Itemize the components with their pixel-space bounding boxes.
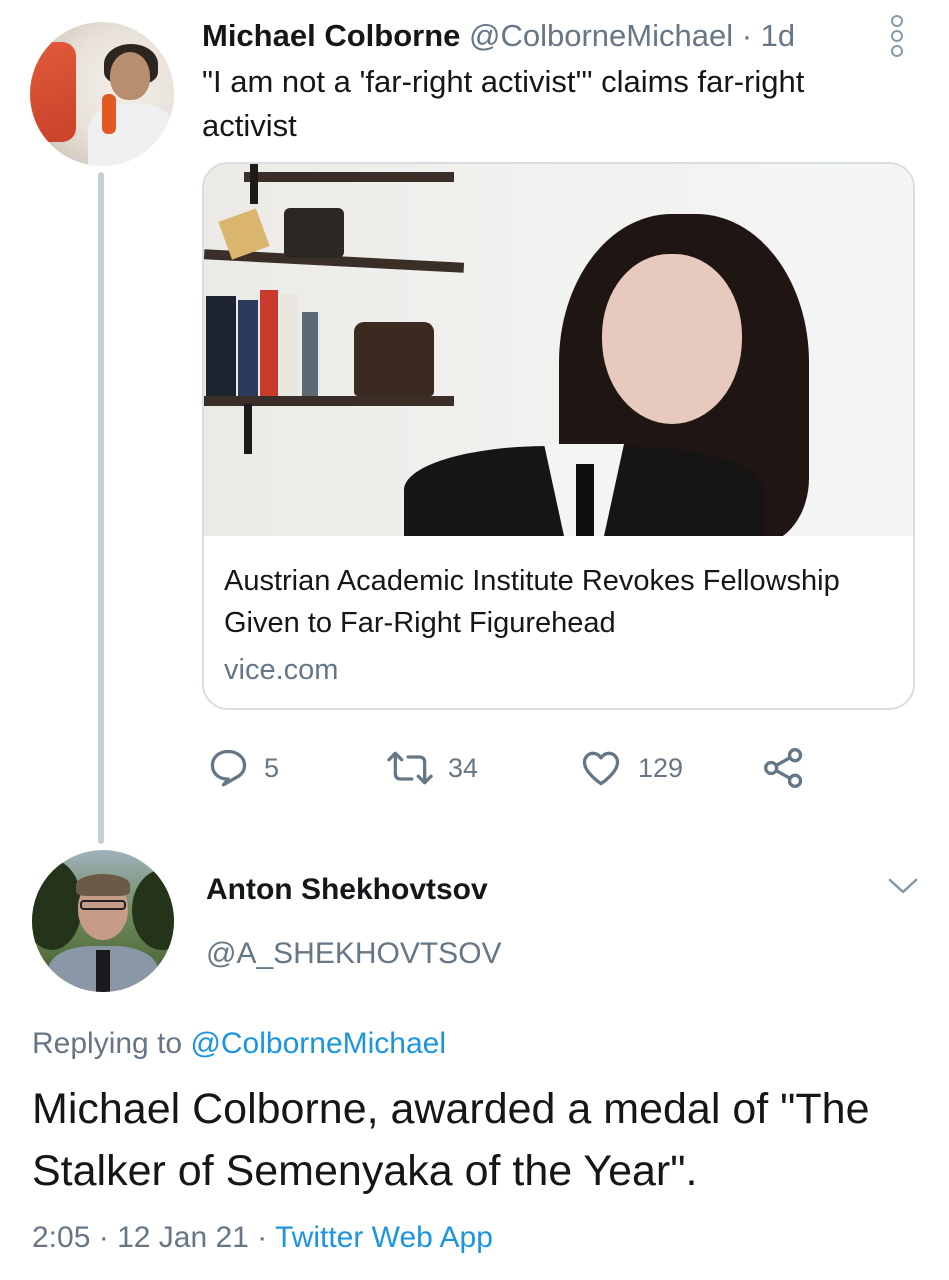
person-face — [602, 254, 742, 424]
tweet-time[interactable]: 1d — [761, 18, 795, 53]
like-button[interactable]: 129 — [578, 740, 683, 796]
replying-to-label: Replying to — [32, 1027, 183, 1060]
camera — [284, 208, 344, 258]
share-icon — [764, 748, 803, 788]
book — [238, 300, 258, 396]
avatar-background-banner — [30, 42, 76, 142]
separator-dot: · — [741, 18, 753, 53]
shelf — [244, 172, 454, 182]
tweet-text: "I am not a 'far-right activist'" claims… — [202, 64, 805, 143]
separator-dot: · — [98, 1221, 109, 1254]
like-count: 129 — [638, 752, 684, 783]
retweet-count: 34 — [448, 752, 479, 783]
avatar-hair — [76, 874, 130, 896]
separator-dot: · — [257, 1221, 268, 1254]
avatar-glasses — [80, 900, 126, 910]
reply-date[interactable]: 12 Jan 21 — [117, 1221, 249, 1254]
bag — [354, 322, 434, 396]
book — [206, 296, 236, 396]
tweet-header: Michael Colborne @ColborneMichael · 1d — [202, 16, 795, 56]
replying-to-line: Replying to @ColborneMichael — [32, 1024, 446, 1064]
card-domain: vice.com — [224, 654, 339, 686]
book — [302, 312, 318, 396]
person-tie — [576, 464, 594, 536]
avatar-tree — [32, 860, 82, 950]
microphone-icon — [102, 94, 116, 134]
shelf — [204, 396, 454, 406]
author-name[interactable]: Michael Colborne — [202, 18, 460, 53]
reply-tweet-text: Michael Colborne, awarded a medal of "Th… — [32, 1085, 870, 1195]
book — [280, 294, 298, 396]
avatar-body — [88, 104, 174, 166]
chevron-down-icon[interactable] — [886, 874, 920, 898]
tweet-actions: 5 34 129 — [202, 740, 902, 796]
reply-author-avatar[interactable] — [32, 850, 174, 992]
reply-author-handle[interactable]: @A_SHEKHOVTSOV — [206, 934, 502, 974]
more-vertical-icon[interactable] — [886, 14, 908, 58]
link-card[interactable]: Austrian Academic Institute Revokes Fell… — [202, 162, 915, 710]
reply-count: 5 — [264, 752, 280, 783]
reply-button[interactable]: 5 — [206, 740, 279, 796]
reply-tweet-meta: 2:05 · 12 Jan 21 · Twitter Web App — [32, 1218, 493, 1258]
card-title[interactable]: Austrian Academic Institute Revokes Fell… — [224, 560, 884, 644]
reply-author-name[interactable]: Anton Shekhovtsov — [206, 870, 488, 910]
author-handle[interactable]: @ColborneMichael — [469, 18, 733, 53]
share-button[interactable] — [762, 740, 806, 796]
retweet-icon — [387, 751, 433, 785]
avatar-tie — [96, 950, 110, 992]
replying-to-handle-link[interactable]: @ColborneMichael — [190, 1027, 446, 1060]
avatar-tree — [132, 870, 174, 950]
heart-icon — [582, 751, 620, 786]
shelf-bracket — [244, 404, 252, 454]
author-avatar[interactable] — [30, 22, 174, 166]
retweet-button[interactable]: 34 — [386, 740, 478, 796]
book — [260, 290, 278, 396]
tweet-thread: Michael Colborne @ColborneMichael · 1d "… — [0, 0, 949, 1280]
shelf-bracket — [250, 164, 258, 204]
thread-connector-line — [98, 172, 104, 844]
reply-icon — [210, 749, 247, 787]
avatar-face — [110, 52, 150, 100]
card-image — [204, 164, 913, 536]
reply-time[interactable]: 2:05 — [32, 1221, 90, 1254]
source-app-link[interactable]: Twitter Web App — [275, 1221, 493, 1254]
